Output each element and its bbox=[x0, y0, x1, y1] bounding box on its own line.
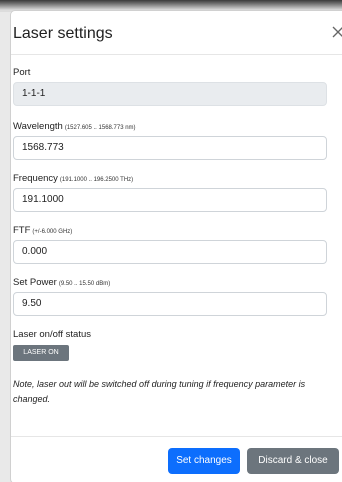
port-label: Port bbox=[13, 67, 30, 78]
frequency-range-hint: (191.1000 .. 196.2500 THz) bbox=[59, 177, 134, 183]
power-label: Set Power (9.50 .. 15.50 dBm) bbox=[13, 277, 110, 288]
ftf-label: FTF (+/-6.000 GHz) bbox=[13, 225, 72, 236]
modal-footer: Set changes Discard & close bbox=[11, 436, 342, 482]
modal-header: Laser settings bbox=[11, 11, 342, 55]
frequency-label: Frequency (191.1000 .. 196.2500 THz) bbox=[13, 173, 133, 184]
tuning-note: Note, laser out will be switched off dur… bbox=[13, 379, 306, 404]
close-icon[interactable] bbox=[329, 23, 342, 41]
power-label-text: Set Power bbox=[13, 277, 57, 288]
ftf-input[interactable]: 0.000 bbox=[13, 240, 327, 264]
port-field: 1-1-1 bbox=[13, 82, 327, 106]
wavelength-range-hint: (1527.605 .. 1568.773 nm) bbox=[64, 125, 136, 131]
laser-status-label: Laser on/off status bbox=[13, 329, 91, 340]
frequency-input[interactable]: 191.1000 bbox=[13, 188, 327, 212]
laser-settings-modal: Laser settings Port 1-1-1 Wavelength (152… bbox=[10, 10, 342, 482]
port-label-text: Port bbox=[13, 67, 31, 78]
power-input[interactable]: 9.50 bbox=[13, 292, 327, 316]
power-range-hint: (9.50 .. 15.50 dBm) bbox=[58, 281, 111, 287]
laser-toggle-button[interactable]: LASER ON bbox=[13, 345, 69, 361]
wavelength-label-text: Wavelength bbox=[13, 121, 63, 132]
frequency-label-text: Frequency bbox=[13, 173, 58, 184]
wavelength-label: Wavelength (1527.605 .. 1568.773 nm) bbox=[13, 121, 136, 132]
discard-close-button[interactable]: Discard & close bbox=[247, 448, 339, 474]
set-changes-button[interactable]: Set changes bbox=[168, 448, 240, 474]
ftf-label-text: FTF bbox=[13, 225, 31, 236]
ftf-range-hint: (+/-6.000 GHz) bbox=[32, 229, 73, 235]
modal-title: Laser settings bbox=[13, 25, 113, 42]
wavelength-input[interactable]: 1568.773 bbox=[13, 136, 327, 160]
